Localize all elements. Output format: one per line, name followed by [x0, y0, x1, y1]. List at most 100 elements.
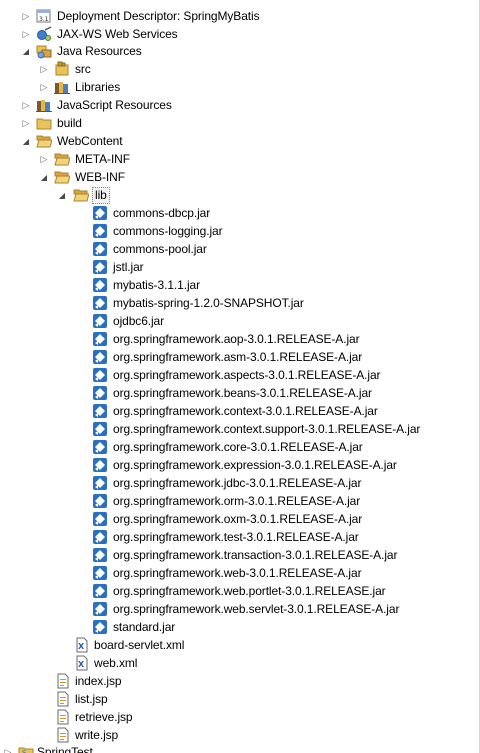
tree-item-label: Deployment Descriptor: SpringMyBatis: [57, 9, 260, 23]
tree-item-label: lib: [92, 187, 110, 204]
tree-item-label: web.xml: [94, 656, 138, 670]
jar-icon: [93, 620, 107, 634]
jar-icon: [93, 296, 107, 310]
expand-arrow-icon[interactable]: [2, 743, 14, 753]
open-folder-icon: [73, 189, 89, 202]
tree-item-jar[interactable]: org.springframework.asm-3.0.1.RELEASE-A.…: [0, 348, 470, 366]
tree-item-jar[interactable]: org.springframework.expression-3.0.1.REL…: [0, 456, 470, 474]
tree-item-jar[interactable]: org.springframework.jdbc-3.0.1.RELEASE-A…: [0, 474, 470, 492]
tree-item-webcontent[interactable]: WebContent: [0, 132, 470, 150]
jar-icon: [93, 206, 107, 220]
tree-item-list-jsp[interactable]: list.jsp: [0, 690, 470, 708]
collapse-arrow-icon[interactable]: [20, 42, 32, 60]
expand-arrow-icon[interactable]: [38, 78, 50, 96]
tree-item-webinf[interactable]: WEB-INF: [0, 168, 470, 186]
tree-item-jar[interactable]: org.springframework.oxm-3.0.1.RELEASE-A.…: [0, 510, 470, 528]
tree-item-jar[interactable]: org.springframework.transaction-3.0.1.RE…: [0, 546, 470, 564]
tree-item-metainf[interactable]: META-INF: [0, 150, 470, 168]
tree-item-jar[interactable]: org.springframework.aop-3.0.1.RELEASE-A.…: [0, 330, 470, 348]
tree-item-jar[interactable]: org.springframework.core-3.0.1.RELEASE-A…: [0, 438, 470, 456]
project-explorer-tree: 3.1 Deployment Descriptor: SpringMyBatis…: [0, 0, 480, 753]
jar-icon: [93, 440, 107, 454]
tree-item-label: commons-dbcp.jar: [113, 206, 211, 220]
tree-item-jar[interactable]: mybatis-spring-1.2.0-SNAPSHOT.jar: [0, 294, 470, 312]
jar-icon: [93, 224, 107, 238]
tree-item-jar[interactable]: org.springframework.web.portlet-3.0.1.RE…: [0, 582, 470, 600]
tree-item-jar[interactable]: org.springframework.beans-3.0.1.RELEASE-…: [0, 384, 470, 402]
tree-item-jar[interactable]: org.springframework.aspects-3.0.1.RELEAS…: [0, 366, 470, 384]
tree-item-deployment-descriptor[interactable]: 3.1 Deployment Descriptor: SpringMyBatis: [0, 7, 470, 25]
tree-item-java-resources[interactable]: Java Resources: [0, 42, 470, 60]
tree-item-label: org.springframework.web.portlet-3.0.1.RE…: [113, 584, 386, 598]
tree-item-label: write.jsp: [75, 728, 119, 742]
jar-icon: [93, 602, 107, 616]
tree-item-label: JAX-WS Web Services: [57, 27, 178, 41]
tree-item-jar[interactable]: ojdbc6.jar: [0, 312, 470, 330]
tree-item-label: standard.jar: [113, 620, 176, 634]
expand-arrow-icon[interactable]: [38, 60, 50, 78]
tree-item-label: org.springframework.expression-3.0.1.REL…: [113, 458, 397, 472]
tree-item-label: build: [57, 116, 82, 130]
tree-item-jar[interactable]: org.springframework.context.support-3.0.…: [0, 420, 470, 438]
tree-item-jaxws[interactable]: JAX-WS Web Services: [0, 25, 470, 43]
open-folder-icon: [54, 171, 70, 184]
tree-item-index-jsp[interactable]: index.jsp: [0, 672, 470, 690]
expand-arrow-icon[interactable]: [38, 150, 50, 168]
jar-icon: [93, 368, 107, 382]
jar-icon: [93, 476, 107, 490]
jsp-file-icon: [57, 709, 69, 725]
tree-item-label: org.springframework.core-3.0.1.RELEASE-A…: [113, 440, 363, 454]
collapse-arrow-icon[interactable]: [56, 186, 68, 204]
tree-item-jar[interactable]: commons-dbcp.jar: [0, 204, 470, 222]
jsp-file-icon: [57, 673, 69, 689]
tree-item-label: Java Resources: [57, 44, 142, 58]
tree-item-label: org.springframework.context.support-3.0.…: [113, 422, 421, 436]
collapse-arrow-icon[interactable]: [20, 132, 32, 150]
tree-item-jar[interactable]: org.springframework.web-3.0.1.RELEASE-A.…: [0, 564, 470, 582]
jar-icon: [93, 314, 107, 328]
tree-item-libraries[interactable]: Libraries: [0, 78, 470, 96]
jar-icon: [93, 566, 107, 580]
tree-item-label: jstl.jar: [113, 260, 144, 274]
tree-item-jar[interactable]: org.springframework.context-3.0.1.RELEAS…: [0, 402, 470, 420]
package-folder-icon: [55, 61, 69, 76]
tree-item-jar[interactable]: commons-logging.jar: [0, 222, 470, 240]
tree-item-label: JavaScript Resources: [57, 98, 172, 112]
tree-item-label: index.jsp: [75, 674, 122, 688]
folder-icon: [36, 118, 52, 130]
tree-item-src[interactable]: src: [0, 60, 470, 78]
expand-arrow-icon[interactable]: [20, 114, 32, 132]
tree-item-board-servlet[interactable]: X board-servlet.xml: [0, 636, 470, 654]
tree-item-label: commons-logging.jar: [113, 224, 223, 238]
collapse-arrow-icon[interactable]: [38, 168, 50, 186]
expand-arrow-icon[interactable]: [20, 96, 32, 114]
tree-item-jar[interactable]: jstl.jar: [0, 258, 470, 276]
tree-item-lib[interactable]: lib: [0, 186, 470, 204]
tree-item-spring-test[interactable]: S SpringTest: [0, 743, 470, 753]
tree-item-build[interactable]: build: [0, 114, 470, 132]
jar-icon: [93, 242, 107, 256]
tree-item-label: org.springframework.jdbc-3.0.1.RELEASE-A…: [113, 476, 362, 490]
tree-item-label: org.springframework.asm-3.0.1.RELEASE-A.…: [113, 350, 363, 364]
tree-item-jar[interactable]: org.springframework.web.servlet-3.0.1.RE…: [0, 600, 470, 618]
tree-item-write-jsp[interactable]: write.jsp: [0, 726, 470, 744]
folder-icon: [54, 153, 70, 166]
tree-item-jar[interactable]: org.springframework.test-3.0.1.RELEASE-A…: [0, 528, 470, 546]
tree-item-jar[interactable]: mybatis-3.1.1.jar: [0, 276, 470, 294]
jar-icon: [93, 584, 107, 598]
tree-item-label: board-servlet.xml: [94, 638, 185, 652]
tree-item-jar[interactable]: standard.jar: [0, 618, 470, 636]
libraries-icon: [54, 82, 70, 94]
expand-arrow-icon[interactable]: [20, 7, 32, 25]
tree-item-label: Libraries: [75, 80, 121, 94]
tree-item-label: commons-pool.jar: [113, 242, 207, 256]
jar-icon: [93, 512, 107, 526]
tree-item-jar[interactable]: org.springframework.orm-3.0.1.RELEASE-A.…: [0, 492, 470, 510]
java-resources-icon: [36, 45, 52, 59]
expand-arrow-icon[interactable]: [20, 25, 32, 43]
tree-item-jar[interactable]: commons-pool.jar: [0, 240, 470, 258]
tree-item-web-xml[interactable]: X web.xml: [0, 654, 470, 672]
tree-item-retrieve-jsp[interactable]: retrieve.jsp: [0, 708, 470, 726]
tree-item-javascript-resources[interactable]: JavaScript Resources: [0, 96, 470, 114]
jar-icon: [93, 494, 107, 508]
